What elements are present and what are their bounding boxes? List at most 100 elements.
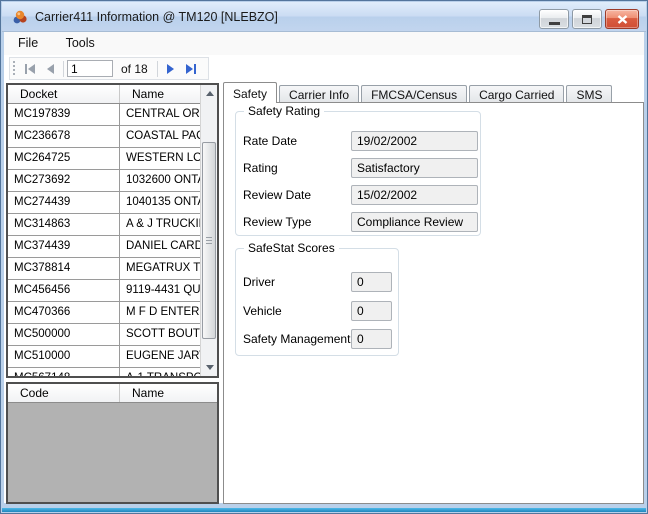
last-record-icon xyxy=(185,63,196,74)
docket-cell[interactable]: MC264725 xyxy=(8,148,120,170)
name-cell[interactable]: 1040135 ONTA... xyxy=(120,192,200,214)
vertical-scrollbar[interactable] xyxy=(200,85,217,376)
menubar: File Tools xyxy=(4,32,644,55)
name-cell[interactable]: 1032600 ONTA... xyxy=(120,170,200,192)
code-table-header: Code Name xyxy=(8,384,217,403)
docket-cell[interactable]: MC236678 xyxy=(8,126,120,148)
tab-sms[interactable]: SMS xyxy=(566,85,613,103)
menu-tools[interactable]: Tools xyxy=(57,32,104,50)
docket-cell[interactable]: MC456456 xyxy=(8,280,120,302)
docket-table: Docket Name MC197839CENTRAL ORE... MC236… xyxy=(6,83,219,378)
vehicle-label: Vehicle xyxy=(243,304,282,318)
name-cell[interactable]: EUGENE JARVIS xyxy=(120,346,200,368)
last-record-button[interactable] xyxy=(181,59,201,78)
table-row[interactable]: MC236678COASTAL PACI... xyxy=(8,126,200,148)
scroll-up-button[interactable] xyxy=(201,85,218,102)
table-row[interactable]: MC197839CENTRAL ORE... xyxy=(8,104,200,126)
code-column-header[interactable]: Code xyxy=(8,384,120,402)
next-record-button[interactable] xyxy=(161,59,181,78)
docket-cell[interactable]: MC567148 xyxy=(8,368,120,376)
review-date-label: Review Date xyxy=(243,188,312,202)
tab-safety[interactable]: Safety xyxy=(223,82,278,103)
docket-cell[interactable]: MC273692 xyxy=(8,170,120,192)
tab-fmcsa-census[interactable]: FMCSA/Census xyxy=(361,85,468,103)
name-cell[interactable]: A-1 TRANSPOR... xyxy=(120,368,200,376)
window-bottom-edge xyxy=(2,508,646,512)
name-cell[interactable]: WESTERN LOGI... xyxy=(120,148,200,170)
tab-cargo-carried[interactable]: Cargo Carried xyxy=(469,85,565,103)
toolbar-separator xyxy=(63,60,64,77)
docket-table-rows: MC197839CENTRAL ORE... MC236678COASTAL P… xyxy=(8,104,200,376)
maximize-button[interactable] xyxy=(572,9,602,29)
record-position-input[interactable] xyxy=(67,60,113,77)
previous-record-icon xyxy=(47,63,54,74)
table-row[interactable]: MC510000EUGENE JARVIS xyxy=(8,346,200,368)
app-icon xyxy=(13,10,27,24)
safety-rating-groupbox: Safety Rating Rate Date Rating Review Da… xyxy=(235,104,481,236)
record-navigator: of 18 xyxy=(9,57,209,80)
name-cell[interactable]: A & J TRUCKIN... xyxy=(120,214,200,236)
safety-management-score-field[interactable] xyxy=(351,329,392,349)
app-window: Carrier411 Information @ TM120 [NLEBZO] … xyxy=(0,0,648,514)
table-row-partial[interactable]: MC567148A-1 TRANSPOR... xyxy=(8,368,200,376)
vehicle-score-field[interactable] xyxy=(351,301,392,321)
tab-carrier-info[interactable]: Carrier Info xyxy=(279,85,360,103)
first-record-icon xyxy=(25,63,35,74)
table-row[interactable]: MC374439DANIEL CARDO... xyxy=(8,236,200,258)
window-title: Carrier411 Information @ TM120 [NLEBZO] xyxy=(35,10,278,24)
groupbox-title: Safety Rating xyxy=(244,104,325,118)
table-row[interactable]: MC264725WESTERN LOGI... xyxy=(8,148,200,170)
docket-cell[interactable]: MC510000 xyxy=(8,346,120,368)
rate-date-field[interactable] xyxy=(351,131,478,151)
rating-field[interactable] xyxy=(351,158,478,178)
name-cell[interactable]: SCOTT BOUTON xyxy=(120,324,200,346)
driver-score-field[interactable] xyxy=(351,272,392,292)
name-cell[interactable]: CENTRAL ORE... xyxy=(120,104,200,126)
docket-cell[interactable]: MC378814 xyxy=(8,258,120,280)
toolbar-grip-handle[interactable] xyxy=(12,60,17,77)
record-count-label: of 18 xyxy=(121,61,148,76)
docket-cell[interactable]: MC197839 xyxy=(8,104,120,126)
name-cell[interactable]: 9119-4431 QU... xyxy=(120,280,200,302)
name-cell[interactable]: M F D ENTERP... xyxy=(120,302,200,324)
table-row[interactable]: MC314863A & J TRUCKIN... xyxy=(8,214,200,236)
review-date-field[interactable] xyxy=(351,185,478,205)
docket-column-header[interactable]: Docket xyxy=(8,85,120,103)
table-row[interactable]: MC2744391040135 ONTA... xyxy=(8,192,200,214)
code-table: Code Name xyxy=(6,382,219,504)
table-row[interactable]: MC2736921032600 ONTA... xyxy=(8,170,200,192)
docket-cell[interactable]: MC274439 xyxy=(8,192,120,214)
name-column-header[interactable]: Name xyxy=(120,384,217,402)
docket-cell[interactable]: MC314863 xyxy=(8,214,120,236)
table-row[interactable]: MC500000SCOTT BOUTON xyxy=(8,324,200,346)
close-icon xyxy=(617,14,627,24)
name-cell[interactable]: DANIEL CARDO... xyxy=(120,236,200,258)
table-row[interactable]: MC378814MEGATRUX TR... xyxy=(8,258,200,280)
maximize-icon xyxy=(582,14,592,24)
arrow-up-icon xyxy=(205,91,214,96)
groupbox-title: SafeStat Scores xyxy=(244,241,339,255)
minimize-button[interactable] xyxy=(539,9,569,29)
rate-date-label: Rate Date xyxy=(243,134,298,148)
arrow-down-icon xyxy=(205,365,214,370)
safety-tab-panel: Safety Rating Rate Date Rating Review Da… xyxy=(223,102,644,504)
table-row[interactable]: MC470366M F D ENTERP... xyxy=(8,302,200,324)
scrollbar-thumb[interactable] xyxy=(202,142,216,339)
review-type-field[interactable] xyxy=(351,212,478,232)
name-cell[interactable]: MEGATRUX TR... xyxy=(120,258,200,280)
safestat-scores-groupbox: SafeStat Scores Driver Vehicle Safety Ma… xyxy=(235,241,399,356)
docket-cell[interactable]: MC470366 xyxy=(8,302,120,324)
close-button[interactable] xyxy=(605,9,639,29)
docket-cell[interactable]: MC500000 xyxy=(8,324,120,346)
menu-file[interactable]: File xyxy=(9,32,47,50)
docket-cell[interactable]: MC374439 xyxy=(8,236,120,258)
previous-record-button[interactable] xyxy=(40,59,60,78)
table-row[interactable]: MC4564569119-4431 QU... xyxy=(8,280,200,302)
driver-label: Driver xyxy=(243,275,275,289)
scroll-down-button[interactable] xyxy=(201,359,218,376)
name-cell[interactable]: COASTAL PACI... xyxy=(120,126,200,148)
safety-management-label: Safety Management xyxy=(243,332,351,346)
titlebar[interactable]: Carrier411 Information @ TM120 [NLEBZO] xyxy=(2,2,646,32)
client-area: File Tools of 18 xyxy=(4,32,644,504)
first-record-button[interactable] xyxy=(20,59,40,78)
